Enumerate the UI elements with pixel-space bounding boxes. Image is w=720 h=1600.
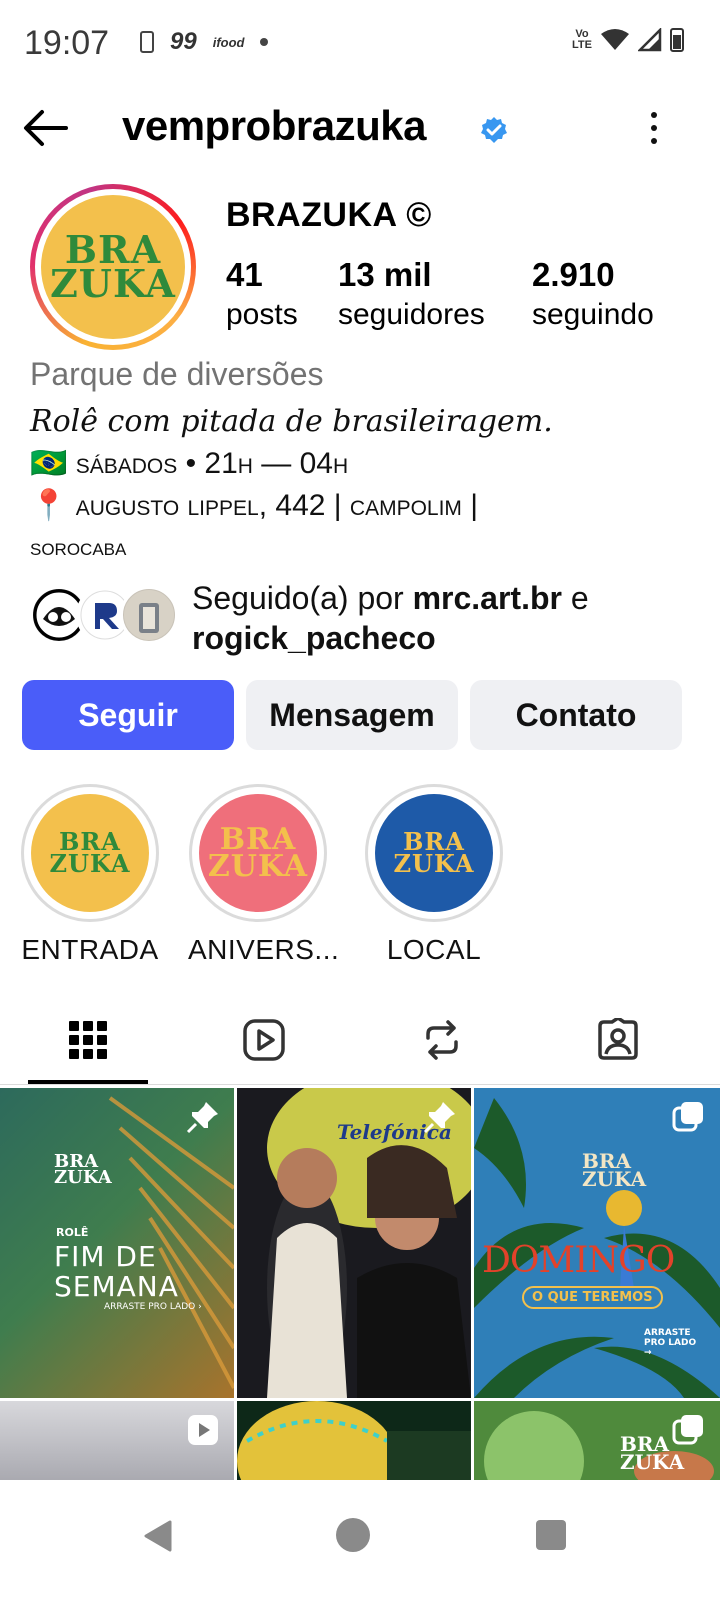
highlight-entrada[interactable]: BRA ZUKA ENTRADA	[20, 784, 160, 966]
highlight-aniversario[interactable]: BRA ZUKA ANIVERS...	[188, 784, 340, 966]
highlight-label: ANIVERS...	[188, 934, 340, 965]
grid-icon	[69, 1021, 107, 1059]
carousel-icon	[672, 1102, 703, 1132]
pinned-icon	[186, 1102, 218, 1134]
nav-back-icon[interactable]	[142, 1520, 172, 1552]
profile-tabs	[0, 1000, 720, 1086]
post-tile[interactable]	[0, 1401, 234, 1480]
status-time: 19:07	[24, 24, 110, 62]
bio-schedule: 🇧🇷 sábados • 21h — 04h	[30, 447, 349, 480]
pin-icon: 📍	[30, 489, 68, 522]
post-tile[interactable]: BRA ZUKA ROLÊ FIM DE SEMANA ARRASTE PRO LA…	[0, 1088, 234, 1398]
contact-button[interactable]: Contato	[470, 680, 682, 750]
stat-following[interactable]: 2.910 seguindo	[532, 256, 654, 332]
stat-followers[interactable]: 13 mil seguidores	[338, 256, 485, 332]
battery-icon	[670, 28, 684, 52]
post-tile[interactable]: BRA ZUKA DOMINGO O QUE TEREMOS ARRASTE PR…	[474, 1088, 720, 1398]
followed-by[interactable]: Seguido(a) por mrc.art.br e rogick_pache…	[30, 578, 710, 658]
post-tile[interactable]: Telefónica	[237, 1088, 471, 1398]
tagged-icon	[598, 1018, 638, 1060]
nav-home-icon[interactable]	[336, 1518, 370, 1552]
tab-reposts[interactable]	[418, 1016, 466, 1064]
follower-avatar	[120, 586, 178, 644]
bio-address: 📍 augusto lippel, 442 | campolim |	[30, 489, 479, 522]
signal-icon	[638, 28, 662, 52]
highlight-cover: BRA ZUKA	[375, 794, 493, 912]
reel-icon	[188, 1415, 218, 1445]
post-tile[interactable]	[237, 1401, 471, 1480]
post-tile[interactable]: BRA ZUKA	[474, 1401, 720, 1480]
more-options-button[interactable]	[644, 108, 664, 148]
profile-full-name: BRAZUKA ©	[226, 196, 432, 234]
message-button[interactable]: Mensagem	[246, 680, 458, 750]
status-bar: 19:07 99 ifood Vo LTE	[0, 0, 720, 86]
volte-icon: Vo LTE	[572, 28, 592, 51]
highlight-cover: BRA ZUKA	[199, 794, 317, 912]
system-icons: Vo LTE	[572, 28, 684, 52]
brazuka-logo: BRA ZUKA	[41, 195, 185, 339]
ifood-icon: ifood	[212, 34, 245, 50]
tab-reels[interactable]	[240, 1016, 288, 1064]
posts-grid: BRA ZUKA ROLÊ FIM DE SEMANA ARRASTE PRO LA…	[0, 1088, 720, 1480]
verified-badge-icon	[481, 117, 507, 143]
nav-recents-icon[interactable]	[536, 1520, 566, 1550]
back-button[interactable]	[22, 106, 70, 150]
highlight-local[interactable]: BRA ZUKA LOCAL	[364, 784, 504, 966]
dot-icon	[260, 38, 269, 46]
highlight-label: LOCAL	[386, 934, 482, 965]
follow-button[interactable]: Seguir	[22, 680, 234, 750]
99-icon: 99	[170, 28, 197, 55]
tab-tagged[interactable]	[594, 1016, 642, 1064]
brazil-flag-icon: 🇧🇷	[30, 447, 68, 480]
tab-posts[interactable]	[64, 1016, 112, 1064]
bio-line: Rolê com pitada de brasileiragem.	[30, 404, 553, 439]
notification-icons: 99 ifood	[140, 28, 269, 56]
wifi-icon	[601, 29, 629, 50]
arrow-left-icon	[24, 110, 68, 146]
profile-header: vemprobrazuka	[0, 96, 720, 160]
reels-icon	[243, 1019, 285, 1061]
system-navigation-bar	[0, 1480, 720, 1600]
stat-posts[interactable]: 41 posts	[226, 256, 298, 332]
profile-avatar[interactable]: BRA ZUKA	[30, 184, 196, 350]
profile-username: vemprobrazuka	[122, 102, 426, 149]
highlight-label: ENTRADA	[21, 934, 159, 965]
bio-city: sorocaba	[30, 534, 127, 561]
highlight-cover: BRA ZUKA	[31, 794, 149, 912]
more-vertical-icon	[651, 112, 657, 118]
reposts-icon	[426, 1020, 458, 1060]
phone-icon	[140, 31, 154, 53]
profile-category: Parque de diversões	[30, 356, 324, 392]
carousel-icon	[672, 1415, 703, 1445]
pinned-icon	[423, 1102, 455, 1134]
